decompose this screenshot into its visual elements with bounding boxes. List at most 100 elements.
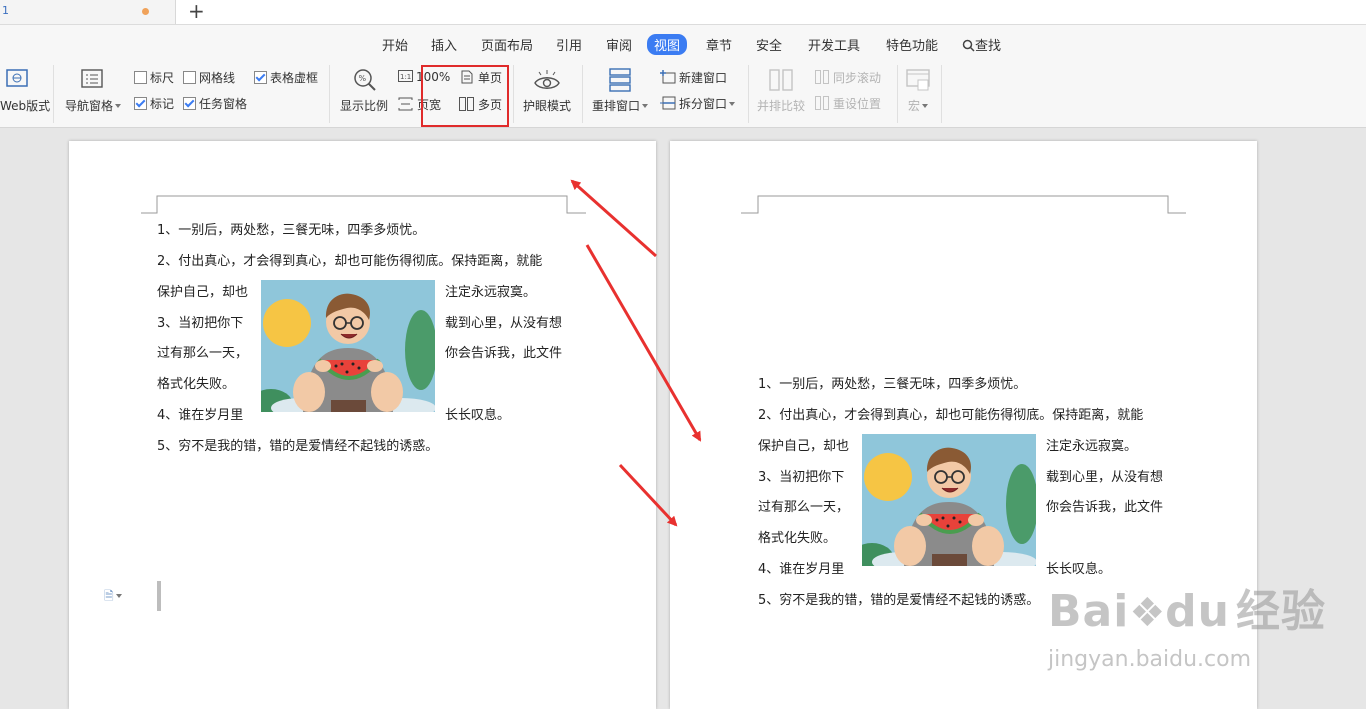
chevron-down-icon: [922, 104, 929, 108]
eye-icon: [534, 70, 560, 89]
table-gridlines-checkbox[interactable]: 表格虚框: [254, 69, 318, 86]
nav-pane-button[interactable]: 导航窗格: [65, 97, 122, 114]
rearrange-label: 重排窗口: [592, 99, 641, 113]
macro-button[interactable]: 宏: [908, 97, 929, 114]
highlight-box: [421, 65, 509, 127]
menu-review[interactable]: 审阅: [606, 35, 632, 54]
text-line: 格式化失败。: [157, 377, 236, 392]
split-window-label: 拆分窗口: [679, 97, 728, 111]
header-boundary: [741, 195, 1186, 214]
text-line: 4、谁在岁月里: [758, 562, 845, 577]
text-line: 保护自己，却也: [758, 439, 850, 454]
separator: [53, 65, 54, 123]
side-by-side-icon: [769, 69, 793, 91]
unsaved-dot-icon: [142, 8, 149, 15]
markup-label: 标记: [150, 97, 175, 111]
ruler-label: 标尺: [150, 71, 175, 85]
document-icon[interactable]: 🗎: [104, 587, 122, 608]
task-pane-checkbox[interactable]: 任务窗格: [183, 95, 247, 112]
text-line: 2、付出真心，才会得到真心，却也可能伤得彻底。保持距离，就能: [157, 254, 543, 269]
separator: [329, 65, 330, 123]
cartoon-image[interactable]: [261, 280, 435, 412]
menu-developer[interactable]: 开发工具: [808, 35, 860, 54]
menu-home[interactable]: 开始: [382, 35, 408, 54]
menu-references[interactable]: 引用: [556, 35, 582, 54]
web-layout-icon: [6, 69, 28, 87]
text-line: 4、谁在岁月里: [157, 408, 244, 423]
text-line: 注定永远寂寞。: [445, 285, 537, 300]
text-line: 过有那么一天，: [758, 500, 850, 515]
new-window-label: 新建窗口: [679, 71, 728, 85]
paw-icon: ❖: [1129, 590, 1166, 636]
new-tab-icon[interactable]: +: [188, 0, 205, 23]
checkbox-icon: [134, 71, 147, 84]
menu-view[interactable]: 视图: [647, 34, 688, 55]
zoom-ratio-button[interactable]: 显示比例: [340, 97, 388, 114]
header-boundary: [141, 195, 586, 214]
text-cursor: [157, 581, 161, 611]
new-window-button[interactable]: 新建窗口: [660, 69, 727, 86]
web-layout-button[interactable]: Web版式: [0, 97, 50, 114]
checkbox-checked-icon: [254, 71, 267, 84]
reset-position-button[interactable]: 重设位置: [815, 95, 881, 112]
macro-label: 宏: [908, 99, 921, 113]
ruler-checkbox[interactable]: 标尺: [134, 69, 174, 86]
gridlines-checkbox[interactable]: 网格线: [183, 69, 235, 86]
menu-page-layout[interactable]: 页面布局: [481, 35, 533, 54]
chevron-down-icon: [729, 102, 736, 106]
menu-search[interactable]: 查找: [962, 35, 1001, 54]
checkbox-checked-icon: [183, 97, 196, 110]
text-line: 1、一别后，两处愁，三餐无味，四季多烦忧。: [157, 223, 426, 238]
sync-scroll-button[interactable]: 同步滚动: [815, 69, 881, 86]
markup-checkbox[interactable]: 标记: [134, 95, 174, 112]
sync-scroll-label: 同步滚动: [833, 71, 882, 85]
checkbox-icon: [183, 71, 196, 84]
text-line: 保护自己，却也: [157, 285, 249, 300]
side-by-side-button[interactable]: 并排比较: [757, 97, 805, 114]
text-line: 5、穷不是我的错，错的是爱情经不起钱的诱惑。: [157, 439, 439, 454]
new-window-icon: [660, 70, 676, 84]
search-label: 查找: [975, 39, 1002, 54]
tab-label: 1: [2, 4, 9, 17]
page-width-icon: [398, 97, 413, 111]
text-line: 长长叹息。: [445, 408, 511, 423]
separator: [941, 65, 942, 123]
text-line: 3、当初把你下: [157, 316, 244, 331]
rearrange-button[interactable]: 重排窗口: [592, 97, 649, 114]
text-line: 过有那么一天，: [157, 346, 249, 361]
text-line: 你会告诉我，此文件: [445, 346, 563, 361]
reset-position-label: 重设位置: [833, 97, 882, 111]
chevron-down-icon: [642, 104, 649, 108]
text-line: 1、一别后，两处愁，三餐无味，四季多烦忧。: [758, 377, 1027, 392]
chevron-down-icon: [115, 104, 122, 108]
watermark-cn: 经验: [1236, 586, 1326, 637]
svg-text:1:1: 1:1: [400, 73, 411, 81]
watermark-brand-2: du: [1165, 586, 1230, 637]
text-line: 2、付出真心，才会得到真心，却也可能伤得彻底。保持距离，就能: [758, 408, 1144, 423]
zoom-icon: %: [354, 69, 376, 91]
menu-chapter[interactable]: 章节: [706, 35, 732, 54]
separator: [748, 65, 749, 123]
chevron-down-icon: [115, 594, 122, 598]
macro-icon: [906, 69, 930, 91]
cartoon-image[interactable]: [862, 434, 1036, 566]
menu-bar: 开始 插入 页面布局 引用 审阅 视图 章节 安全 开发工具 特色功能 查找: [0, 25, 1366, 61]
separator: [513, 65, 514, 123]
separator: [582, 65, 583, 123]
menu-security[interactable]: 安全: [756, 35, 782, 54]
table-gridlines-label: 表格虚框: [270, 71, 319, 85]
document-tab[interactable]: 1: [0, 0, 176, 24]
text-line: 载到心里，从没有想: [1046, 470, 1164, 485]
menu-special[interactable]: 特色功能: [886, 35, 938, 54]
text-line: 载到心里，从没有想: [445, 316, 563, 331]
text-line: 注定永远寂寞。: [1046, 439, 1138, 454]
checkbox-checked-icon: [134, 97, 147, 110]
reset-position-icon: [815, 96, 829, 110]
menu-insert[interactable]: 插入: [431, 35, 457, 54]
nav-pane-label: 导航窗格: [65, 99, 114, 113]
split-window-button[interactable]: 拆分窗口: [660, 95, 736, 112]
baidu-watermark: Bai❖du 经验 jingyan.baidu.com: [1048, 575, 1326, 672]
text-line: 格式化失败。: [758, 531, 837, 546]
ribbon: 开始 插入 页面布局 引用 审阅 视图 章节 安全 开发工具 特色功能 查找 W…: [0, 25, 1366, 128]
eye-mode-button[interactable]: 护眼模式: [523, 97, 571, 114]
